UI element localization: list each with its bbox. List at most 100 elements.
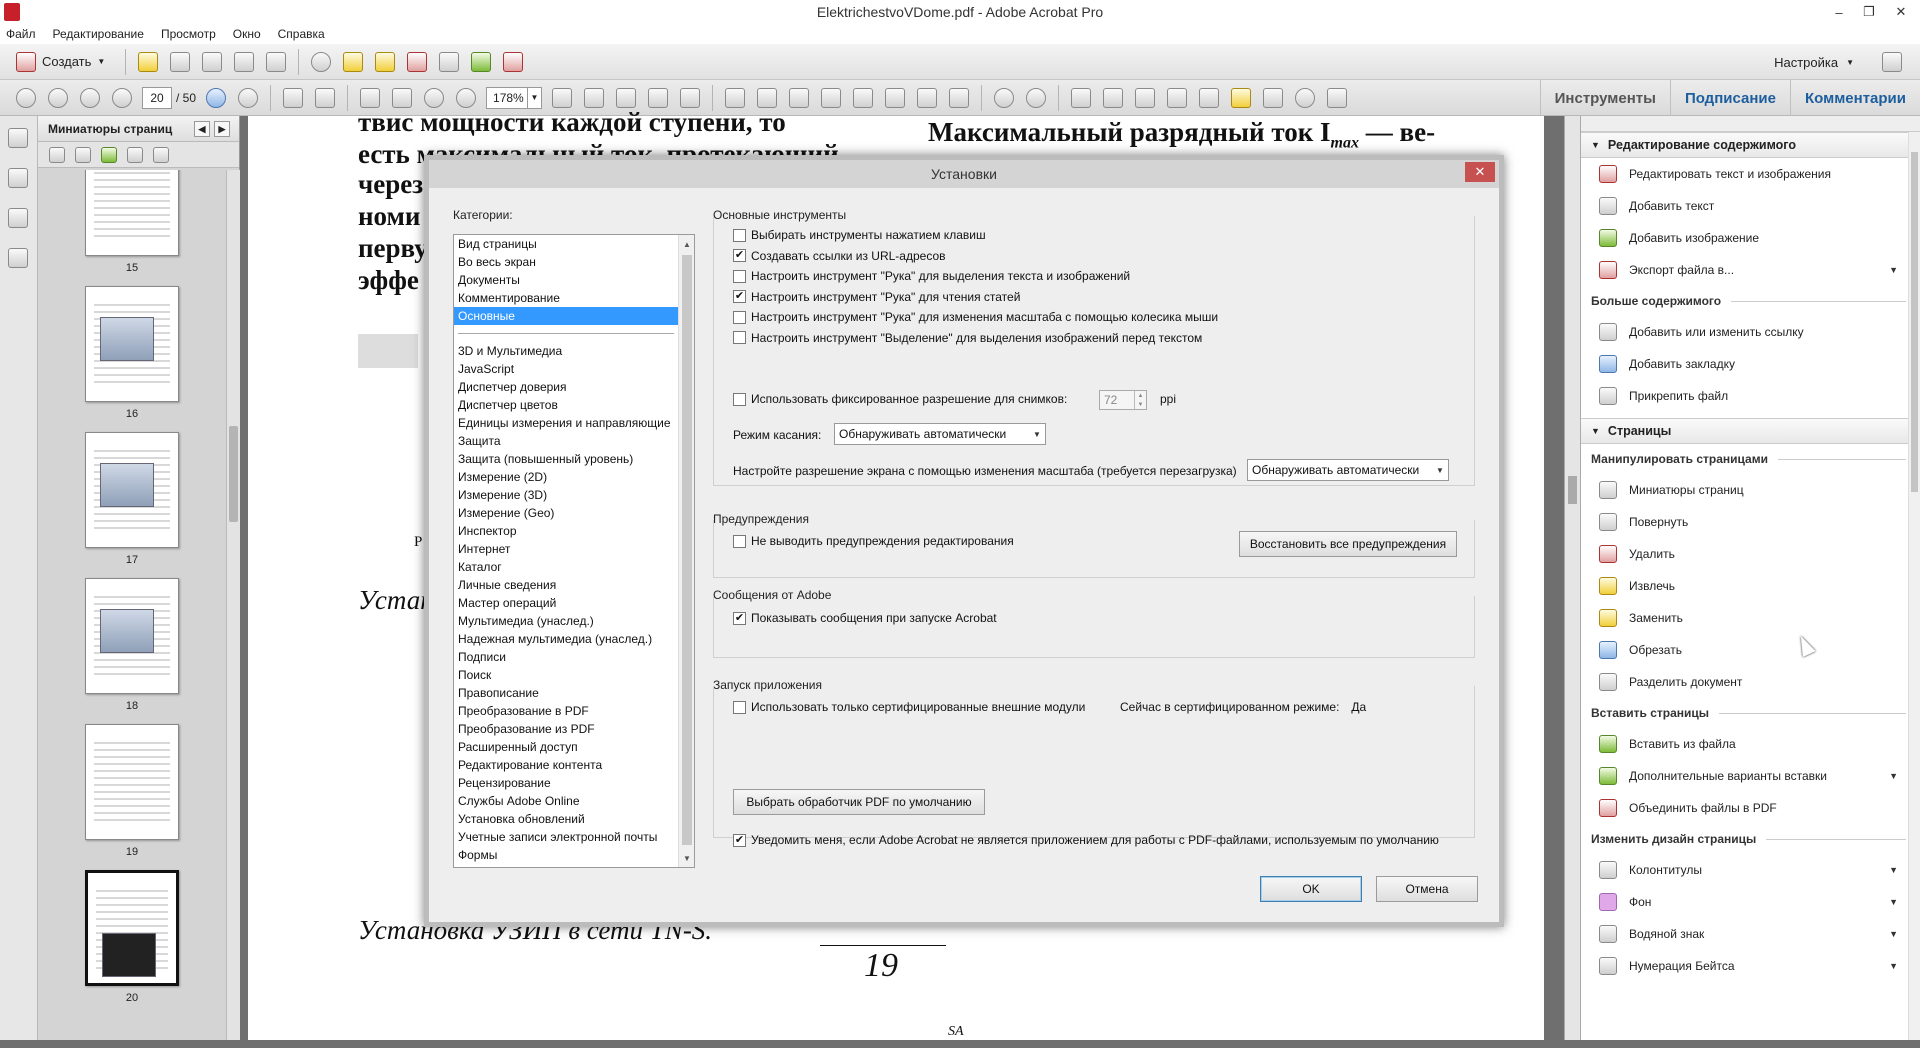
insert-page-icon[interactable] — [75, 146, 91, 163]
thumbnail-page[interactable] — [85, 432, 179, 548]
resolution-spinner[interactable]: 72 ▲ ▼ — [1099, 390, 1147, 410]
category-item[interactable]: Мастер операций — [454, 594, 694, 612]
category-item[interactable]: Личные сведения — [454, 576, 694, 594]
menu-window[interactable]: Окно — [233, 27, 261, 41]
form-icon[interactable] — [503, 51, 524, 72]
first-page-icon[interactable] — [16, 87, 36, 108]
tool-watermark[interactable]: Водяной знак ▼ — [1581, 918, 1920, 950]
tool-add-image[interactable]: Добавить изображение — [1581, 222, 1920, 254]
category-item[interactable]: JavaScript — [454, 360, 694, 378]
category-item[interactable]: 3D и Мультимедиа — [454, 342, 694, 360]
basic-tools-option[interactable]: Настроить инструмент "Выделение" для выд… — [733, 331, 1202, 345]
document-scrollbar[interactable] — [1564, 116, 1580, 1040]
gear-icon[interactable] — [311, 51, 332, 72]
show-messages-option[interactable]: ✔ Показывать сообщения при запуске Acrob… — [733, 611, 997, 625]
cancel-button[interactable]: Отмена — [1376, 876, 1478, 902]
notify-default-checkbox[interactable]: ✔ — [733, 833, 746, 847]
option-checkbox[interactable]: ✔ — [733, 290, 746, 303]
delete-page-icon[interactable] — [127, 146, 143, 163]
create-button[interactable]: Создать ▼ — [10, 51, 105, 72]
open-folder-icon[interactable] — [138, 51, 159, 72]
category-item[interactable]: Формы — [454, 846, 694, 864]
no-edit-warnings-option[interactable]: Не выводить предупреждения редактировани… — [733, 534, 1014, 548]
certified-plugins-option[interactable]: Использовать только сертифицированные вн… — [733, 700, 1085, 714]
touch-mode-select[interactable]: Обнаруживать автоматически ▼ — [834, 423, 1046, 445]
collapse-left-icon[interactable]: ◀ — [194, 121, 210, 137]
tool-edit-text-images[interactable]: Редактировать текст и изображения — [1581, 158, 1920, 190]
category-item[interactable]: Преобразование в PDF — [454, 702, 694, 720]
option-checkbox[interactable] — [733, 331, 746, 344]
back-icon[interactable] — [206, 87, 227, 108]
page-number-input[interactable]: 20 — [142, 86, 172, 109]
tool-crop[interactable]: Обрезать — [1581, 634, 1920, 666]
menu-view[interactable]: Просмотр — [161, 27, 216, 41]
category-item[interactable]: Комментирование — [454, 289, 694, 307]
category-item[interactable]: Диспетчер доверия — [454, 378, 694, 396]
fit-page-icon[interactable] — [584, 87, 605, 108]
option-checkbox[interactable]: ✔ — [733, 249, 746, 262]
share-icon[interactable] — [471, 51, 492, 72]
section-pages[interactable]: ▼ Страницы — [1581, 418, 1920, 444]
category-item[interactable]: Во весь экран — [454, 253, 694, 271]
minimize-button[interactable]: – — [1824, 0, 1854, 24]
previous-page-icon[interactable] — [48, 87, 68, 108]
tool-bates-numbering[interactable]: Нумерация Бейтса ▼ — [1581, 950, 1920, 982]
category-item[interactable]: Поиск — [454, 666, 694, 684]
customize-menu[interactable]: Настройка ▼ — [1774, 44, 1854, 80]
category-item[interactable]: Диспетчер цветов — [454, 396, 694, 414]
tool-page-thumbnails[interactable]: Миниатюры страниц — [1581, 474, 1920, 506]
undo-icon[interactable] — [1103, 87, 1124, 108]
maximize-button[interactable]: ❐ — [1854, 0, 1884, 24]
menu-file[interactable]: Файл — [6, 27, 36, 41]
tool-more-insert-options[interactable]: Дополнительные варианты вставки ▼ — [1581, 760, 1920, 792]
tab-sign[interactable]: Подписание — [1669, 80, 1790, 116]
category-item[interactable]: Учетные записи электронной почты — [454, 828, 694, 846]
split-icon[interactable] — [853, 87, 874, 108]
binoculars-icon[interactable] — [1327, 87, 1348, 108]
tool-add-bookmark[interactable]: Добавить закладку — [1581, 348, 1920, 380]
category-item[interactable]: Единицы измерения и направляющие — [454, 414, 694, 432]
option-checkbox[interactable] — [733, 269, 746, 283]
basic-tools-option[interactable]: Настроить инструмент "Рука" для выделени… — [733, 269, 1130, 283]
signature-icon[interactable] — [8, 248, 28, 268]
options-menu-icon[interactable] — [49, 146, 65, 163]
secure-icon[interactable] — [407, 51, 428, 72]
rotate-right-icon[interactable] — [1026, 87, 1047, 108]
category-item[interactable]: Установка обновлений — [454, 810, 694, 828]
option-checkbox[interactable] — [733, 228, 746, 242]
zoom-in-icon[interactable] — [456, 87, 477, 108]
basic-tools-option[interactable]: Выбирать инструменты нажатием клавиш — [733, 228, 986, 242]
reading-mode-icon[interactable] — [680, 87, 701, 108]
last-page-icon[interactable] — [112, 87, 132, 108]
rotate-left-icon[interactable] — [994, 87, 1015, 108]
category-item[interactable]: Измерение (2D) — [454, 468, 694, 486]
category-item[interactable]: Расширенный доступ — [454, 738, 694, 756]
category-item[interactable]: Мультимедиа (унаслед.) — [454, 612, 694, 630]
two-page-scroll-icon[interactable] — [821, 87, 842, 108]
tool-delete[interactable]: Удалить — [1581, 538, 1920, 570]
continuous-icon[interactable] — [757, 87, 778, 108]
category-item[interactable]: Преобразование из PDF — [454, 720, 694, 738]
category-item[interactable]: Защита (повышенный уровень) — [454, 450, 694, 468]
category-item[interactable]: Каталог — [454, 558, 694, 576]
tab-tools[interactable]: Инструменты — [1539, 80, 1670, 116]
default-pdf-handler-button[interactable]: Выбрать обработчик PDF по умолчанию — [733, 789, 985, 815]
forward-icon[interactable] — [238, 87, 259, 108]
tool-split-document[interactable]: Разделить документ — [1581, 666, 1920, 698]
category-item[interactable]: Защита — [454, 432, 694, 450]
tool-add-text[interactable]: Добавить текст — [1581, 190, 1920, 222]
show-messages-checkbox[interactable]: ✔ — [733, 611, 746, 625]
marquee-zoom-icon[interactable] — [360, 87, 381, 108]
comment-icon[interactable] — [343, 51, 364, 72]
tool-replace[interactable]: Заменить — [1581, 602, 1920, 634]
no-edit-warnings-checkbox[interactable] — [733, 534, 746, 548]
save-icon[interactable] — [170, 51, 191, 72]
category-item[interactable]: Редактирование контента — [454, 756, 694, 774]
tool-rotate[interactable]: Повернуть — [1581, 506, 1920, 538]
hand-tool-icon[interactable] — [315, 87, 336, 108]
print-icon[interactable] — [202, 51, 223, 72]
category-item[interactable]: Правописание — [454, 684, 694, 702]
attachment-paperclip-icon[interactable] — [8, 208, 28, 228]
category-item[interactable]: Измерение (Geo) — [454, 504, 694, 522]
certified-plugins-checkbox[interactable] — [733, 700, 746, 714]
